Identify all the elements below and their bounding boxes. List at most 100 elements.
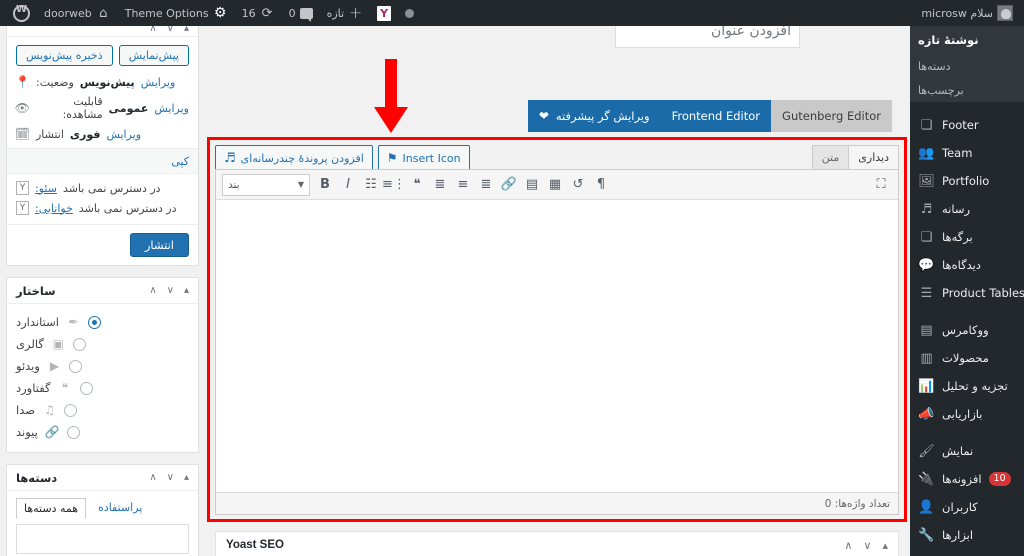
admin-bar-yoast[interactable]: Y: [370, 0, 398, 26]
preview-button[interactable]: پیش‌نمایش: [118, 45, 189, 66]
sidebar-item-users[interactable]: 👤 کاربران: [910, 493, 1024, 521]
tab-all-categories[interactable]: همه دسته‌ها: [16, 498, 87, 519]
copy-link[interactable]: کپی: [171, 155, 189, 168]
tab-most-used[interactable]: پراستفاده: [98, 501, 142, 516]
move-down-icon[interactable]: ∨: [167, 472, 174, 483]
radio-audio[interactable]: [64, 403, 77, 417]
sidebar-item-analytics[interactable]: 📊 تجزیه و تحلیل: [910, 372, 1024, 400]
toggle-panel-icon[interactable]: ∧: [844, 540, 852, 551]
ltr-rtl-icon[interactable]: ¶: [590, 174, 612, 196]
radio-gallery[interactable]: [72, 337, 86, 351]
advanced-editor-label: ویرایش گر پیشرفته: [555, 109, 650, 123]
format-option-label: استاندارد: [16, 315, 59, 329]
undo-icon[interactable]: ↺: [567, 174, 589, 196]
numbered-list-icon[interactable]: ⋮≡: [382, 174, 406, 196]
align-left-icon[interactable]: ≣: [429, 174, 451, 196]
admin-bar-theme-options[interactable]: ⚙ Theme Options: [118, 0, 235, 26]
keyboard-icon[interactable]: ▦: [544, 174, 566, 196]
editor-content-area[interactable]: [216, 200, 898, 492]
move-down-icon[interactable]: ∨: [167, 285, 174, 296]
add-media-button[interactable]: افزودن پروندهٔ چندرسانه‌ای ♬: [215, 145, 373, 171]
frontend-editor-button[interactable]: Frontend Editor: [660, 100, 772, 132]
post-visibility-row: ویرایش عمومی قابلیت مشاهده: 👁: [7, 92, 198, 124]
yoast-header-controls: ▴ ∨ ∧: [844, 540, 888, 551]
edit-visibility-link[interactable]: ویرایش: [154, 102, 189, 115]
format-option-gallery[interactable]: ▣ گالری: [16, 333, 189, 355]
users2-icon: 👤: [918, 499, 935, 515]
format-option-link[interactable]: 🔗 پیوند: [16, 421, 189, 443]
categories-checklist[interactable]: [16, 524, 189, 554]
sidebar-item-comments[interactable]: 💬 دیدگاه‌ها: [910, 251, 1024, 279]
tab-visual[interactable]: دیداری: [848, 145, 899, 169]
save-draft-button[interactable]: ذخیره پیش‌نویس: [16, 45, 113, 66]
radio-link[interactable]: [66, 425, 80, 439]
readability-score-label[interactable]: خوانایی:: [35, 202, 73, 215]
sidebar-item-product-tables[interactable]: ☰ Product Tables: [910, 279, 1024, 307]
tab-text-label: متن: [821, 151, 840, 164]
order-higher-icon[interactable]: ▴: [882, 540, 888, 551]
sidebar-item-pages[interactable]: ❏ برگه‌ها: [910, 223, 1024, 251]
align-center-icon[interactable]: ≡: [452, 174, 474, 196]
sidebar-item-plugins[interactable]: 🔌 افزونه‌ها 10: [910, 465, 1024, 493]
post-visibility-label: قابلیت مشاهده:: [62, 95, 103, 121]
edit-status-link[interactable]: ویرایش: [141, 76, 176, 89]
format-option-standard[interactable]: ✒ استاندارد: [16, 311, 189, 333]
radio-standard[interactable]: [87, 315, 101, 329]
admin-bar-comments[interactable]: 0: [282, 0, 320, 26]
sidebar-item-team[interactable]: 👥 Team: [910, 139, 1024, 167]
fullscreen-icon[interactable]: ⛶: [870, 174, 892, 196]
blockquote-icon[interactable]: ❝: [406, 174, 428, 196]
paragraph-format-select[interactable]: ▼ بند: [222, 173, 310, 196]
pin-icon: 📍: [15, 75, 30, 89]
sidebar-item-tools[interactable]: 🔧 ابزارها: [910, 521, 1024, 549]
sidebar-item-appearance[interactable]: 🖌 نمایش: [910, 437, 1024, 465]
seo-score-label[interactable]: سئو:: [35, 182, 57, 195]
order-higher-icon[interactable]: ▴: [184, 285, 189, 296]
admin-bar-status-dot[interactable]: [398, 0, 421, 26]
sidebar-item-footer[interactable]: ❏ Footer: [910, 111, 1024, 139]
sidebar-item-label: ووکامرس: [942, 323, 989, 337]
post-publish-time-value: فوری: [69, 127, 101, 141]
admin-bar-my-account[interactable]: سلام microsw: [914, 0, 1020, 26]
order-higher-icon[interactable]: ▴: [184, 472, 189, 483]
align-right-icon[interactable]: ≣: [475, 174, 497, 196]
sidebar-item-products[interactable]: ▥ محصولات: [910, 344, 1024, 372]
advanced-editor-button[interactable]: ویرایش گر پیشرفته ❤: [527, 100, 661, 132]
admin-bar-updates[interactable]: ⟳ 16: [235, 0, 282, 26]
radio-video[interactable]: [68, 359, 82, 373]
publish-button[interactable]: انتشار: [129, 233, 189, 257]
format-option-video[interactable]: ▶ ویدئو: [16, 355, 189, 377]
italic-icon[interactable]: I: [337, 174, 359, 196]
read-more-icon[interactable]: ▤: [521, 174, 543, 196]
sidebar-item-tags[interactable]: برچسب‌ها: [910, 78, 1024, 102]
sidebar-item-portfolio[interactable]: 🖼 Portfolio: [910, 167, 1024, 195]
admin-bar-site-name[interactable]: ⌂ doorweb: [37, 0, 118, 26]
admin-bar-right-group: ⌂ doorweb ⚙ Theme Options ⟳ 16 0 + تازه …: [6, 0, 421, 26]
move-down-icon[interactable]: ∨: [863, 540, 871, 551]
gutenberg-editor-button[interactable]: Gutenberg Editor: [771, 100, 892, 132]
tab-text[interactable]: متن: [811, 145, 850, 169]
toggle-panel-icon[interactable]: ∧: [149, 472, 156, 483]
insert-icon-button[interactable]: Insert Icon ⚑: [377, 145, 470, 171]
sidebar-item-woocommerce[interactable]: ▤ ووکامرس: [910, 316, 1024, 344]
edit-publish-time-link[interactable]: ویرایش: [106, 128, 141, 141]
publish-yoast-scores: در دسترس نمی باشد سئو: Y در دسترس نمی با…: [7, 174, 198, 224]
format-option-audio[interactable]: ♫ صدا: [16, 399, 189, 421]
media-icon: ♬: [224, 150, 236, 166]
sidebar-item-visual-composer[interactable]: ⬤ ویژوال کامپوزر: [910, 549, 1024, 556]
admin-bar-wp-logo[interactable]: [6, 0, 37, 26]
format-option-quote[interactable]: ❝ گفتاورد: [16, 377, 189, 399]
link-icon[interactable]: 🔗: [498, 174, 520, 196]
sidebar-item-new-post[interactable]: نوشتهٔ تازه: [910, 26, 1024, 54]
sidebar-item-label: برچسب‌ها: [918, 83, 964, 97]
sidebar-item-marketing[interactable]: 📣 بازاریابی: [910, 400, 1024, 428]
toggle-panel-icon[interactable]: ∧: [149, 285, 156, 296]
bulleted-list-icon[interactable]: ☷: [360, 174, 382, 196]
sidebar-item-categories[interactable]: دسته‌ها: [910, 54, 1024, 78]
sidebar-item-media[interactable]: ♬ رسانه: [910, 195, 1024, 223]
radio-quote[interactable]: [79, 381, 93, 395]
admin-bar-new-content[interactable]: + تازه: [320, 0, 371, 26]
bold-icon[interactable]: B: [314, 174, 336, 196]
site-name-label: doorweb: [44, 6, 92, 20]
